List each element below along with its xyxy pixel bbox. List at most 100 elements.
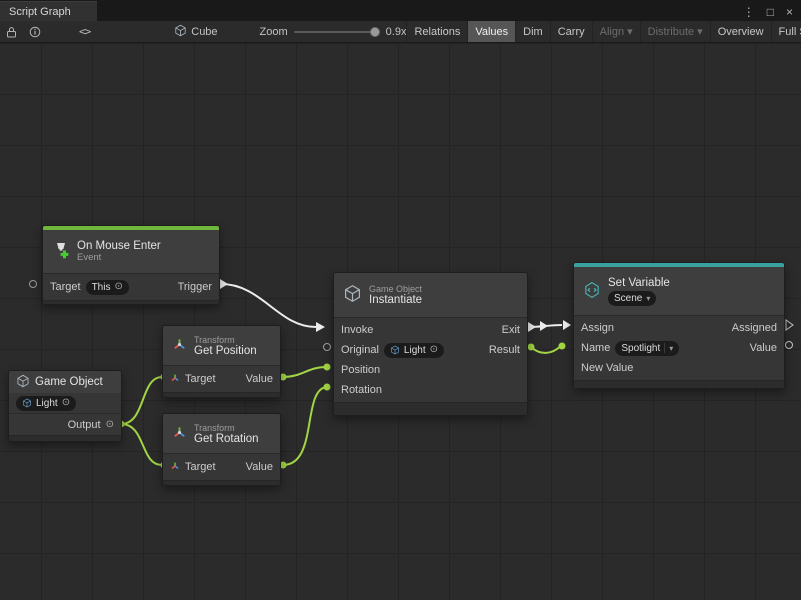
event-node-subtitle: Event bbox=[77, 252, 161, 263]
zoom-slider-knob[interactable] bbox=[370, 27, 380, 37]
light-cube-icon bbox=[22, 398, 32, 408]
game-object-variable-node[interactable]: Game Object Light ⊙ Output ⊙ bbox=[8, 370, 122, 442]
get-position-header: Transform Get Position bbox=[163, 326, 280, 366]
scope-dropdown[interactable]: Scene ▾ bbox=[608, 291, 656, 306]
get-rotation-title: Get Rotation bbox=[194, 433, 259, 445]
getrot-value-label: Value bbox=[246, 461, 273, 473]
distribute-button[interactable]: Distribute ▾ bbox=[640, 21, 710, 42]
position-port bbox=[324, 364, 331, 371]
light-object-chip[interactable]: Light ⊙ bbox=[16, 396, 76, 411]
code-view-icon[interactable]: <> bbox=[73, 21, 96, 42]
light-cube-icon bbox=[390, 345, 400, 355]
lock-icon[interactable] bbox=[0, 21, 23, 42]
flow-arrow-mid bbox=[540, 321, 548, 331]
variable-node-title: Game Object bbox=[35, 376, 103, 388]
get-position-title: Get Position bbox=[194, 345, 257, 357]
get-position-node[interactable]: Transform Get Position Target Value bbox=[162, 325, 281, 398]
mouse-event-icon bbox=[52, 241, 70, 262]
on-mouse-enter-node[interactable]: On Mouse Enter Event Target This ⊙ Trigg… bbox=[42, 225, 220, 305]
exit-port bbox=[528, 322, 536, 332]
variable-name-text: Spotlight bbox=[621, 342, 660, 355]
axis-icon bbox=[170, 461, 180, 474]
tab-script-graph[interactable]: Script Graph bbox=[0, 1, 97, 21]
value-wire-getpos-position bbox=[283, 367, 326, 377]
instantiate-title: Instantiate bbox=[369, 294, 422, 306]
event-node-footer bbox=[43, 300, 219, 304]
variable-name-dropdown[interactable]: Spotlight ▾ bbox=[615, 341, 679, 356]
object-picker-icon[interactable]: ⊙ bbox=[114, 282, 122, 292]
rotation-port bbox=[324, 384, 331, 391]
setvar-value-in-port bbox=[559, 343, 566, 350]
get-rotation-node[interactable]: Transform Get Rotation Target Value bbox=[162, 413, 281, 486]
original-port-label: Original bbox=[341, 344, 379, 356]
flow-wire-exit-assign bbox=[529, 325, 562, 327]
getrot-target-label: Target bbox=[185, 461, 216, 473]
output-port-icon: ⊙ bbox=[106, 420, 114, 430]
object-picker-icon[interactable]: ⊙ bbox=[430, 345, 438, 355]
value-wire-getrot-rotation bbox=[283, 387, 326, 465]
event-node-title: On Mouse Enter bbox=[77, 240, 161, 252]
window-close-icon[interactable]: × bbox=[786, 6, 793, 18]
position-port-label: Position bbox=[341, 364, 380, 376]
window-maximize-icon[interactable]: □ bbox=[767, 6, 774, 18]
target-value-text: This bbox=[92, 281, 111, 294]
relations-button[interactable]: Relations bbox=[406, 21, 467, 42]
carry-button[interactable]: Carry bbox=[550, 21, 592, 42]
event-target-port bbox=[30, 281, 37, 288]
assigned-out-port bbox=[786, 320, 793, 330]
get-position-footer bbox=[163, 392, 280, 397]
info-icon[interactable] bbox=[23, 21, 47, 42]
get-rotation-category: Transform bbox=[194, 423, 259, 433]
new-value-port-label: New Value bbox=[581, 362, 633, 374]
target-value-chip[interactable]: This ⊙ bbox=[86, 280, 129, 295]
graph-canvas[interactable]: On Mouse Enter Event Target This ⊙ Trigg… bbox=[0, 43, 801, 600]
trigger-port bbox=[220, 279, 228, 289]
chevron-down-icon: ▾ bbox=[646, 292, 650, 305]
tab-title: Script Graph bbox=[9, 6, 71, 18]
name-port-label: Name bbox=[581, 342, 610, 354]
zoom-slider[interactable] bbox=[294, 31, 380, 33]
chevron-down-icon: ▾ bbox=[669, 342, 673, 355]
event-node-header: On Mouse Enter Event bbox=[43, 230, 219, 274]
chip-divider bbox=[664, 343, 665, 353]
output-port-label: Output bbox=[68, 419, 101, 431]
window-menu-icon[interactable]: ⋮ bbox=[743, 6, 755, 18]
values-button[interactable]: Values bbox=[467, 21, 515, 42]
set-variable-header: Set Variable Scene ▾ bbox=[574, 267, 784, 316]
overview-button[interactable]: Overview bbox=[710, 21, 771, 42]
setvar-value-out-port bbox=[786, 342, 793, 349]
dim-button[interactable]: Dim bbox=[515, 21, 550, 42]
value-wire-result-setvar bbox=[531, 346, 561, 353]
zoom-label: Zoom bbox=[260, 26, 288, 38]
instantiate-node[interactable]: Game Object Instantiate Invoke Exit Orig… bbox=[333, 272, 528, 416]
align-button[interactable]: Align ▾ bbox=[592, 21, 640, 42]
assigned-port-label: Assigned bbox=[732, 322, 777, 334]
original-value-text: Light bbox=[404, 344, 426, 357]
set-variable-title: Set Variable bbox=[608, 277, 670, 289]
value-wire-output-getpos bbox=[121, 377, 162, 424]
rotation-port-label: Rotation bbox=[341, 384, 382, 396]
result-port-label: Result bbox=[489, 344, 520, 356]
graph-cube-icon bbox=[174, 24, 187, 40]
original-value-chip[interactable]: Light ⊙ bbox=[384, 343, 444, 358]
target-port-label: Target bbox=[50, 281, 81, 293]
assign-port-label: Assign bbox=[581, 322, 614, 334]
gameobject-cube-icon bbox=[343, 284, 362, 306]
transform-icon bbox=[172, 337, 187, 355]
transform-icon bbox=[172, 425, 187, 443]
invoke-port-arrow bbox=[316, 322, 325, 332]
value-wire-output-getrot bbox=[121, 424, 162, 465]
tab-bar: Script Graph ⋮ □ × bbox=[0, 0, 801, 21]
exit-port-label: Exit bbox=[502, 324, 520, 336]
graph-toolbar: <> Cube Zoom 0.9x Relations Values Dim C… bbox=[0, 21, 801, 43]
set-variable-footer bbox=[574, 380, 784, 388]
zoom-value: 0.9x bbox=[386, 26, 407, 38]
graph-asset-picker[interactable]: Cube bbox=[174, 24, 217, 40]
toolbar-button-group: Relations Values Dim Carry Align ▾ Distr… bbox=[406, 21, 801, 42]
get-rotation-header: Transform Get Rotation bbox=[163, 414, 280, 454]
fullscreen-button[interactable]: Full Screen bbox=[771, 21, 801, 42]
trigger-port-label: Trigger bbox=[178, 281, 212, 293]
set-variable-node[interactable]: Set Variable Scene ▾ Assign Assigned Nam… bbox=[573, 262, 785, 389]
object-picker-icon[interactable]: ⊙ bbox=[62, 398, 70, 408]
getpos-value-label: Value bbox=[246, 373, 273, 385]
